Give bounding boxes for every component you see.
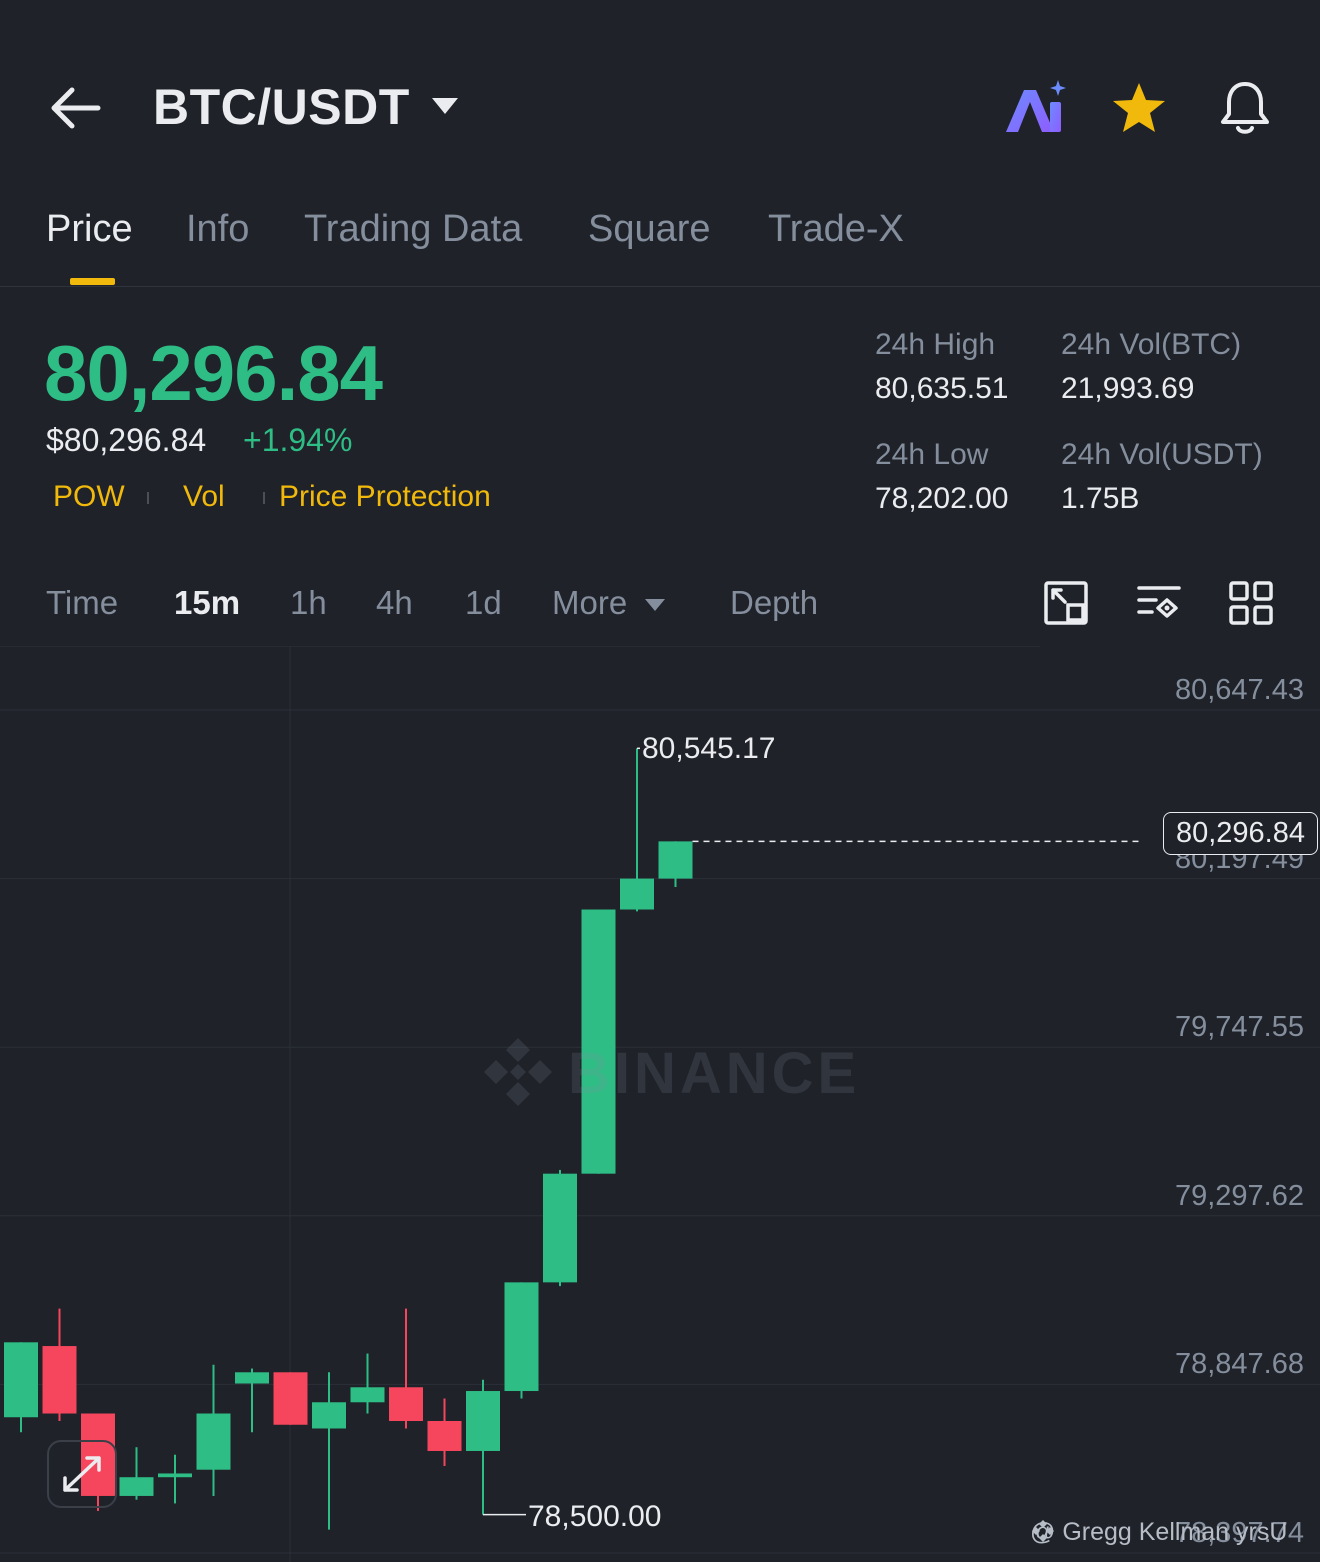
candle-body-up xyxy=(4,1342,38,1418)
timeframe-4h[interactable]: 4h xyxy=(376,584,413,622)
y-axis-label: 78,847.68 xyxy=(1174,1348,1304,1381)
candle-body-up xyxy=(620,878,654,910)
candle-body-up xyxy=(119,1477,154,1496)
candle-body-up xyxy=(504,1282,539,1392)
y-axis-label: 79,747.55 xyxy=(1174,1011,1304,1044)
y-axis-label: 80,647.43 xyxy=(1174,674,1304,706)
grid-layout-icon[interactable] xyxy=(1228,580,1274,626)
binance-watermark: BINANCE xyxy=(482,1034,856,1108)
candle-body-up xyxy=(466,1391,500,1451)
tab-square[interactable]: Square xyxy=(588,208,711,251)
candle-body-down xyxy=(42,1346,77,1414)
low-marker-label: 78,500.00 xyxy=(528,1500,662,1533)
high-marker-label: 80,545.17 xyxy=(642,732,776,765)
y-axis-label: 79,297.62 xyxy=(1174,1179,1304,1212)
tag-separator xyxy=(263,492,265,504)
price-change-percent: +1.94% xyxy=(243,422,353,458)
tab-trading-data[interactable]: Trading Data xyxy=(304,208,522,251)
watermark-text: BINANCE xyxy=(568,1041,861,1106)
stat-24h-vol-btc-value: 21,993.69 xyxy=(1061,372,1195,405)
candle-body-up xyxy=(658,841,693,879)
tab-info[interactable]: Info xyxy=(186,208,249,251)
stat-24h-low-label: 24h Low xyxy=(875,438,989,471)
current-price-label: 80,296.84 xyxy=(1162,812,1318,855)
tag-separator xyxy=(147,492,149,504)
timeframe-1d[interactable]: 1d xyxy=(465,584,502,622)
indicator-window-icon[interactable] xyxy=(1043,580,1089,626)
credit-text: @ Gregg Kellman yrsU xyxy=(1030,1518,1288,1546)
stat-24h-low-value: 78,202.00 xyxy=(875,482,1009,515)
timeframe-time[interactable]: Time xyxy=(46,584,118,622)
timeframe-more[interactable]: More xyxy=(552,584,666,622)
pair-title[interactable]: BTC/USDT xyxy=(153,78,410,136)
active-tab-indicator xyxy=(70,278,115,285)
timeframe-1h[interactable]: 1h xyxy=(290,584,327,622)
author-credit: @ Gregg Kellman yrsU xyxy=(1030,1518,1287,1547)
candle-body-up xyxy=(196,1413,231,1470)
candle-body-down xyxy=(427,1421,462,1451)
depth-tab[interactable]: Depth xyxy=(730,584,818,622)
tab-bar: Price Info Trading Data Square Trade-X xyxy=(0,200,1320,287)
candle-body-up xyxy=(158,1473,192,1478)
candle-body-down xyxy=(389,1387,423,1422)
last-price: 80,296.84 xyxy=(44,329,383,417)
stat-24h-vol-btc-label: 24h Vol(BTC) xyxy=(1061,328,1242,361)
stat-24h-high-value: 80,635.51 xyxy=(875,372,1009,405)
candlestick-chart[interactable]: BINANCE 80,647.43 80,197.49 79,747.55 79,29… xyxy=(0,646,1320,1562)
binance-logo-icon xyxy=(484,1038,552,1106)
tag-vol[interactable]: Vol xyxy=(183,480,225,514)
candle-body-down xyxy=(273,1372,308,1425)
stat-24h-high-label: 24h High xyxy=(875,328,996,361)
stat-24h-vol-usdt-label: 24h Vol(USDT) xyxy=(1061,438,1263,471)
expand-icon xyxy=(63,1456,101,1492)
stat-24h-vol-usdt-value: 1.75B xyxy=(1061,482,1140,515)
caret-down-icon xyxy=(645,599,666,612)
timeframe-15m[interactable]: 15m xyxy=(174,584,240,622)
tag-price-protection[interactable]: Price Protection xyxy=(279,480,491,514)
candle-body-up xyxy=(235,1372,269,1384)
tab-trade-x[interactable]: Trade-X xyxy=(768,208,904,251)
fullscreen-button[interactable] xyxy=(47,1440,117,1508)
candle-body-up xyxy=(350,1387,385,1403)
tab-price[interactable]: Price xyxy=(46,208,133,251)
candle-body-up xyxy=(543,1173,577,1283)
chart-settings-icon[interactable] xyxy=(1136,580,1182,626)
bell-icon[interactable] xyxy=(1216,78,1274,138)
candle-body-up xyxy=(312,1402,346,1429)
back-arrow-icon[interactable] xyxy=(48,82,104,134)
binance-square-icon xyxy=(1032,1520,1054,1542)
more-label: More xyxy=(552,584,628,621)
ai-icon[interactable] xyxy=(1002,78,1072,138)
timeframe-bar: Time 15m 1h 4h 1d More Depth xyxy=(0,560,1320,646)
star-icon[interactable] xyxy=(1110,80,1168,136)
usd-price: $80,296.84 xyxy=(46,422,207,458)
caret-down-icon[interactable] xyxy=(430,96,460,116)
tag-pow[interactable]: POW xyxy=(53,480,125,514)
